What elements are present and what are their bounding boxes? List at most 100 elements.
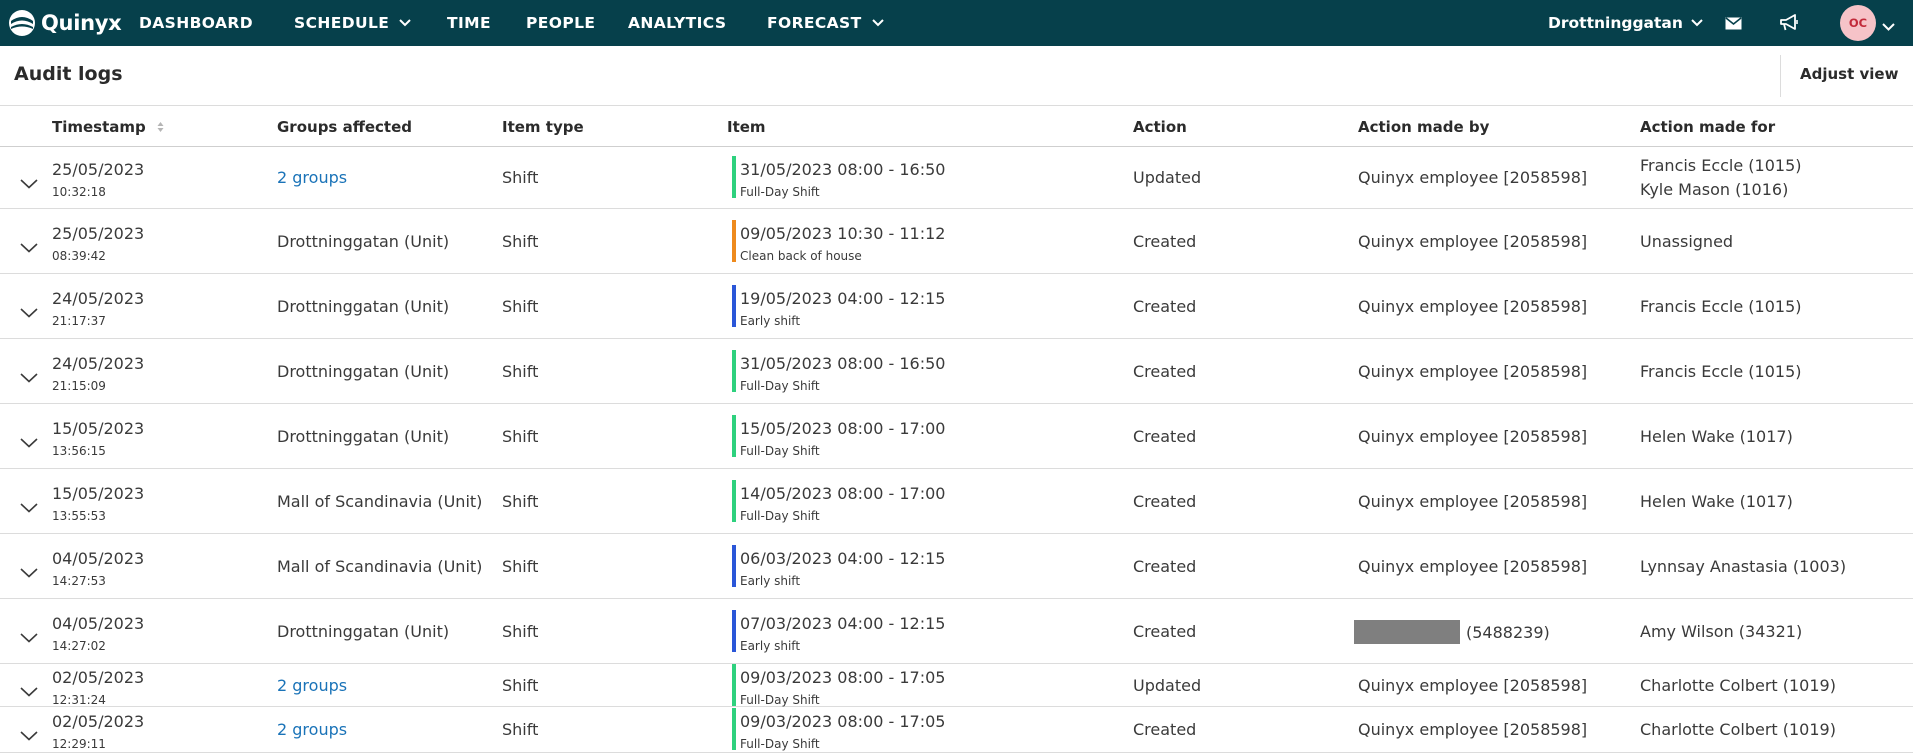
nav-schedule-label: SCHEDULE — [294, 14, 390, 32]
top-navigation-bar: Quinyx DASHBOARD SCHEDULE TIME PEOPLE AN… — [0, 0, 1913, 46]
item-shift-time: 15/05/2023 08:00 - 17:00 — [740, 419, 946, 438]
action-made-by: Quinyx employee [2058598] — [1358, 168, 1588, 187]
item-type: Shift — [502, 720, 539, 739]
nav-time-label: TIME — [447, 14, 491, 32]
expand-row-chevron-icon[interactable] — [20, 303, 42, 318]
expand-row-chevron-icon[interactable] — [20, 498, 42, 513]
expand-row-chevron-icon[interactable] — [20, 174, 42, 189]
table-row[interactable]: 04/05/2023 14:27:53 Mall of Scandinavia … — [0, 534, 1913, 599]
action: Updated — [1133, 168, 1202, 187]
table-row[interactable]: 15/05/2023 13:55:53 Mall of Scandinavia … — [0, 469, 1913, 534]
column-header-groups-affected: Groups affected — [277, 118, 412, 136]
expand-row-chevron-icon[interactable] — [20, 726, 42, 741]
avatar-initials: OC — [1848, 16, 1868, 30]
timestamp-time: 21:17:37 — [52, 314, 106, 328]
shift-color-bar — [732, 350, 736, 392]
table-row[interactable]: 25/05/2023 08:39:42 Drottninggatan (Unit… — [0, 209, 1913, 274]
table-row[interactable]: 15/05/2023 13:56:15 Drottninggatan (Unit… — [0, 404, 1913, 469]
expand-row-chevron-icon[interactable] — [20, 563, 42, 578]
table-row[interactable]: 24/05/2023 21:15:09 Drottninggatan (Unit… — [0, 339, 1913, 404]
action-made-by: Quinyx employee [2058598] — [1358, 557, 1588, 576]
nav-analytics-label: ANALYTICS — [628, 14, 727, 32]
action-made-by: Quinyx employee [2058598] — [1358, 427, 1588, 446]
column-header-action-made-for: Action made for — [1640, 118, 1776, 136]
nav-schedule[interactable]: SCHEDULE — [294, 0, 411, 46]
groups-affected-link[interactable]: 2 groups — [277, 168, 347, 187]
action-made-by: (5488239) — [1354, 620, 1550, 644]
item-shift-time: 09/03/2023 08:00 - 17:05 — [740, 712, 946, 731]
expand-row-chevron-icon[interactable] — [20, 628, 42, 643]
action-made-for: Unassigned — [1640, 232, 1734, 251]
groups-affected: Drottninggatan (Unit) — [277, 427, 450, 446]
action-made-for: Francis Eccle (1015) — [1640, 362, 1802, 381]
table-row[interactable]: 02/05/2023 12:29:11 2 groups Shift 09/03… — [0, 707, 1913, 753]
expand-row-chevron-icon[interactable] — [20, 682, 42, 697]
shift-color-bar — [732, 220, 736, 262]
sort-icon[interactable] — [157, 119, 164, 137]
action-made-for: Lynnsay Anastasia (1003) — [1640, 557, 1847, 576]
item-shift-time: 07/03/2023 04:00 - 12:15 — [740, 614, 946, 633]
item-shift-time: 19/05/2023 04:00 - 12:15 — [740, 289, 946, 308]
redacted-name — [1354, 620, 1460, 644]
table-row[interactable]: 04/05/2023 14:27:02 Drottninggatan (Unit… — [0, 599, 1913, 664]
nav-dashboard[interactable]: DASHBOARD — [139, 0, 253, 46]
groups-affected-link[interactable]: 2 groups — [277, 676, 347, 695]
action-made-by: Quinyx employee [2058598] — [1358, 232, 1588, 251]
megaphone-icon[interactable] — [1778, 12, 1800, 34]
column-header-action: Action — [1133, 118, 1187, 136]
mail-icon[interactable] — [1722, 12, 1744, 34]
chevron-down-icon[interactable] — [1882, 16, 1895, 35]
timestamp-time: 12:29:11 — [52, 737, 106, 751]
action-made-for: Amy Wilson (34321) — [1640, 622, 1803, 641]
nav-time[interactable]: TIME — [447, 0, 491, 46]
column-header-label: Timestamp — [52, 118, 146, 136]
item-shift-time: 09/05/2023 10:30 - 11:12 — [740, 224, 946, 243]
item-type: Shift — [502, 492, 539, 511]
shift-color-bar — [732, 610, 736, 652]
user-avatar[interactable]: OC — [1840, 5, 1876, 41]
item-type: Shift — [502, 362, 539, 381]
action: Created — [1133, 557, 1197, 576]
column-header-item-type: Item type — [502, 118, 584, 136]
action-made-for: Helen Wake (1017) — [1640, 427, 1793, 446]
action-made-for: Francis Eccle (1015) — [1640, 156, 1802, 175]
item-shift-time: 31/05/2023 08:00 - 16:50 — [740, 160, 946, 179]
column-header-timestamp[interactable]: Timestamp — [52, 118, 164, 137]
quinyx-logo[interactable]: Quinyx — [8, 9, 122, 37]
expand-row-chevron-icon[interactable] — [20, 238, 42, 253]
table-row[interactable]: 25/05/2023 10:32:18 2 groups Shift 31/05… — [0, 147, 1913, 209]
timestamp-date: 04/05/2023 — [52, 614, 145, 633]
timestamp-time: 10:32:18 — [52, 185, 106, 199]
nav-analytics[interactable]: ANALYTICS — [628, 0, 726, 46]
nav-people[interactable]: PEOPLE — [526, 0, 595, 46]
expand-row-chevron-icon[interactable] — [20, 433, 42, 448]
page-title: Audit logs — [14, 63, 123, 85]
groups-affected-link[interactable]: 2 groups — [277, 720, 347, 739]
item-shift-time: 09/03/2023 08:00 - 17:05 — [740, 668, 946, 687]
expand-row-chevron-icon[interactable] — [20, 368, 42, 383]
item-shift-type: Full-Day Shift — [740, 185, 820, 199]
table-row[interactable]: 02/05/2023 12:31:24 2 groups Shift 09/03… — [0, 664, 1913, 707]
item-shift-type: Clean back of house — [740, 249, 862, 263]
item-type: Shift — [502, 427, 539, 446]
item-shift-type: Full-Day Shift — [740, 693, 820, 707]
timestamp-date: 25/05/2023 — [52, 160, 145, 179]
shift-color-bar — [732, 415, 736, 457]
item-shift-time: 31/05/2023 08:00 - 16:50 — [740, 354, 946, 373]
nav-forecast[interactable]: FORECAST — [767, 0, 884, 46]
table-row[interactable]: 24/05/2023 21:17:37 Drottninggatan (Unit… — [0, 274, 1913, 339]
action-made-for: Charlotte Colbert (1019) — [1640, 720, 1836, 739]
action-made-by: Quinyx employee [2058598] — [1358, 492, 1588, 511]
adjust-view-button[interactable]: Adjust view — [1800, 65, 1898, 83]
column-header-action-made-by: Action made by — [1358, 118, 1490, 136]
action: Created — [1133, 362, 1197, 381]
nav-people-label: PEOPLE — [526, 14, 596, 32]
action-made-for: Francis Eccle (1015) — [1640, 297, 1802, 316]
chevron-down-icon — [399, 19, 411, 27]
timestamp-date: 04/05/2023 — [52, 549, 145, 568]
timestamp-date: 25/05/2023 — [52, 224, 145, 243]
action-made-for: Charlotte Colbert (1019) — [1640, 676, 1836, 695]
action-made-by: Quinyx employee [2058598] — [1358, 297, 1588, 316]
item-type: Shift — [502, 168, 539, 187]
location-selector[interactable]: Drottninggatan — [1548, 0, 1703, 46]
